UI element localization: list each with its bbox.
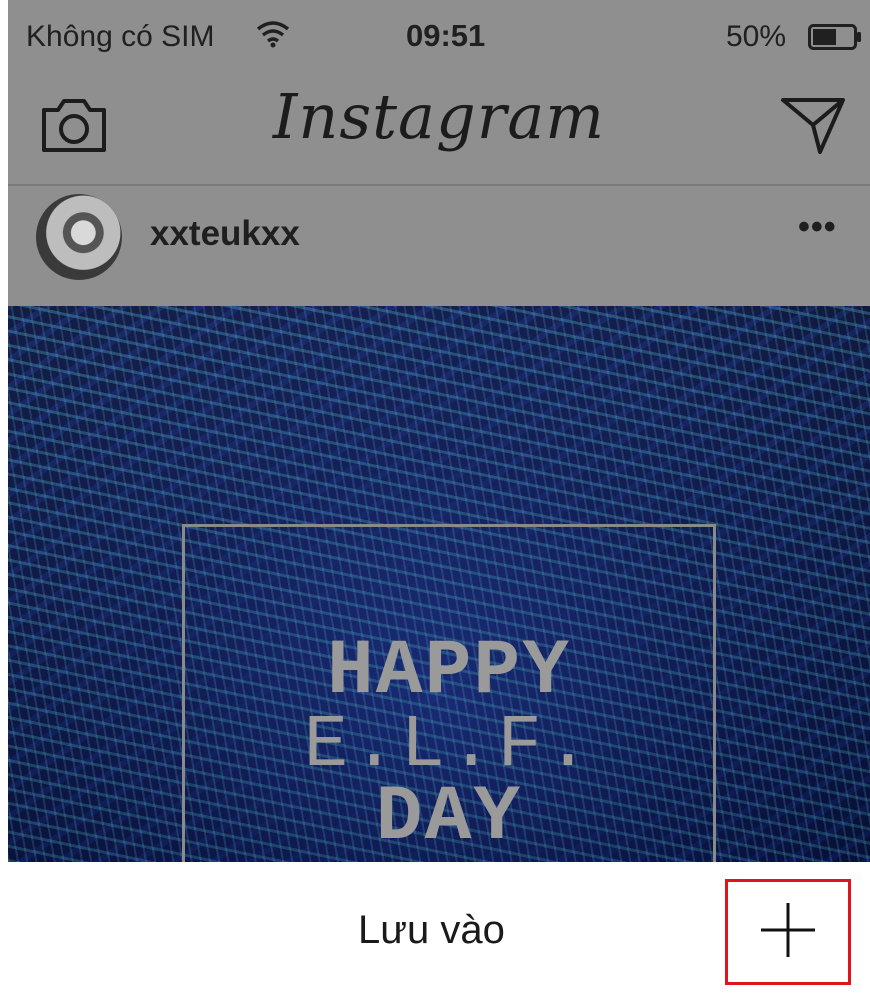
image-text-line-3: DAY bbox=[375, 774, 523, 862]
save-to-collection-bar: Lưu vào bbox=[0, 862, 870, 999]
post-header: xxteukxx ••• bbox=[8, 186, 870, 304]
save-to-label: Lưu vào bbox=[358, 908, 505, 952]
instagram-screen: Không có SIM 09:51 50% Instagram xxteukx… bbox=[8, 0, 870, 862]
carrier-label: Không có SIM bbox=[26, 20, 215, 53]
wifi-icon bbox=[256, 20, 290, 56]
plus-icon bbox=[757, 899, 819, 966]
image-text-line-1: HAPPY bbox=[326, 628, 572, 716]
avatar[interactable] bbox=[36, 194, 122, 280]
post-image[interactable]: HAPPY E.L.F. DAY bbox=[8, 306, 870, 862]
direct-send-icon[interactable] bbox=[778, 92, 848, 163]
top-navbar: Instagram bbox=[8, 78, 870, 186]
more-options-icon[interactable]: ••• bbox=[798, 208, 837, 247]
clock: 09:51 bbox=[406, 18, 486, 53]
add-collection-button[interactable] bbox=[725, 879, 851, 985]
post-username[interactable]: xxteukxx bbox=[150, 214, 300, 254]
instagram-logo: Instagram bbox=[272, 80, 606, 153]
status-bar: Không có SIM 09:51 50% bbox=[8, 0, 870, 78]
battery-percent: 50% bbox=[726, 20, 787, 53]
battery-icon bbox=[808, 24, 864, 58]
